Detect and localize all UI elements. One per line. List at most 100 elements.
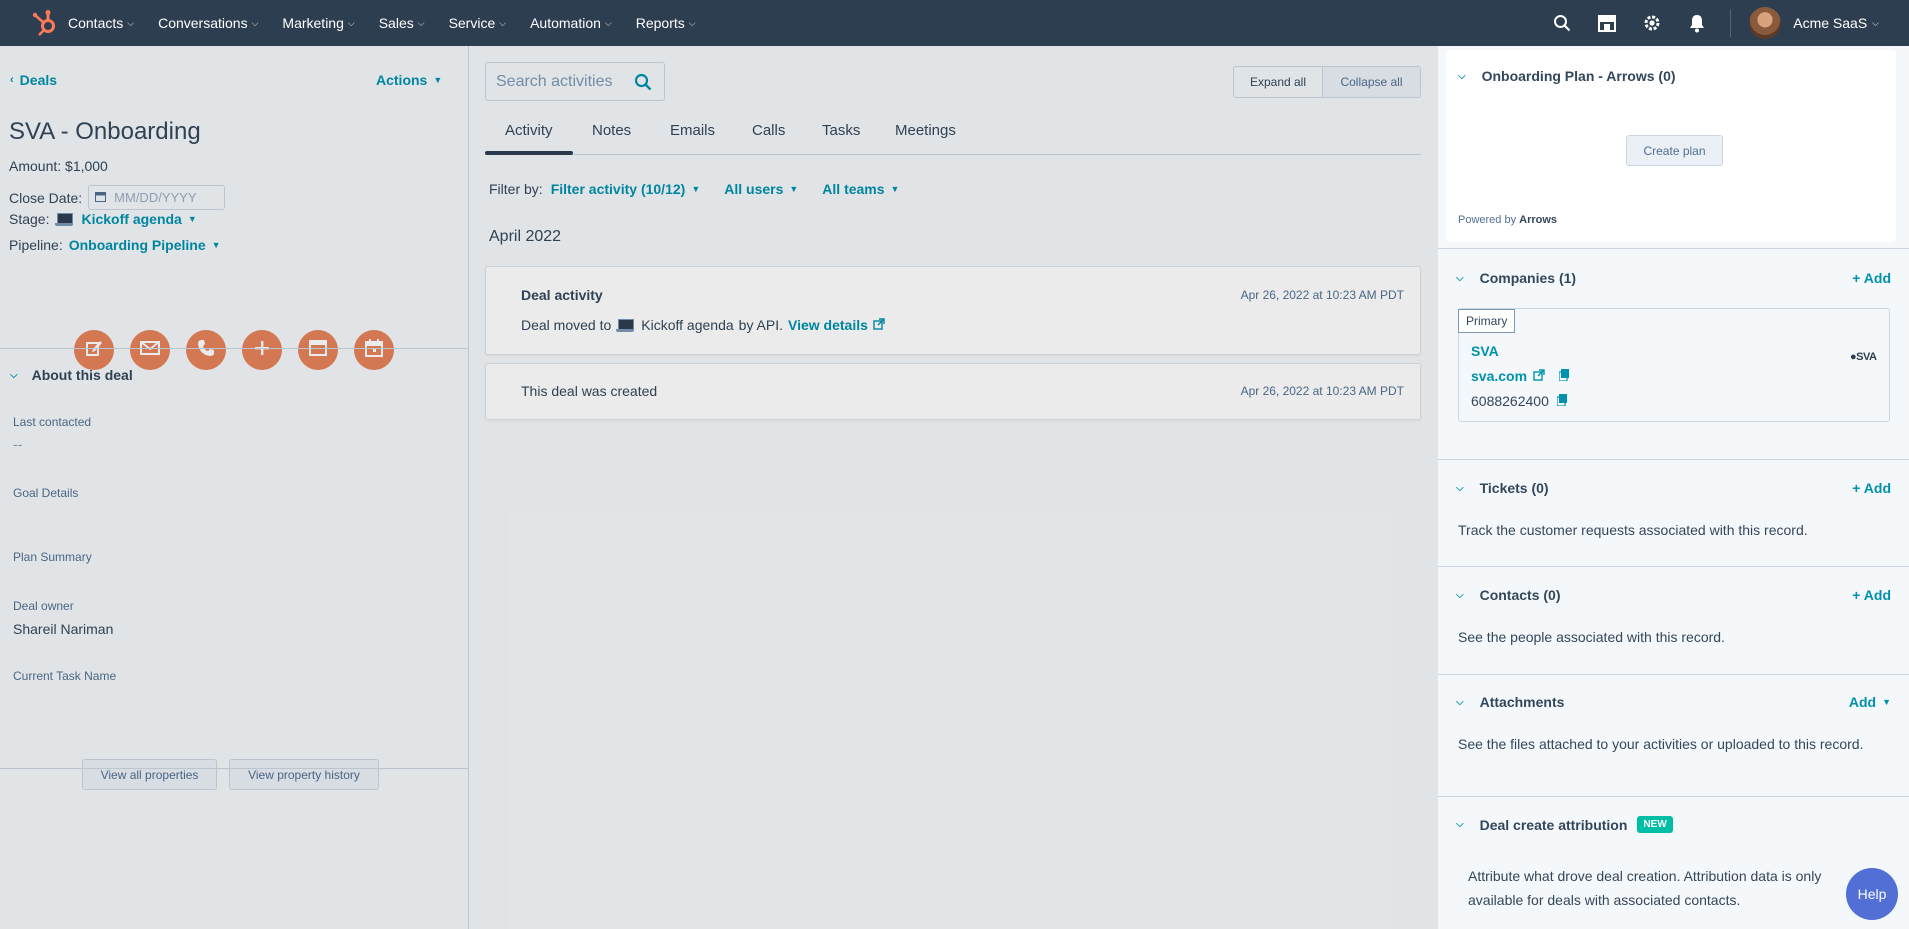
copy-icon[interactable] bbox=[1556, 393, 1567, 409]
copy-icon[interactable] bbox=[1558, 368, 1570, 384]
tab-meetings[interactable]: Meetings bbox=[895, 110, 956, 150]
help-button[interactable]: Help bbox=[1846, 868, 1898, 920]
view-details-link[interactable]: View details bbox=[788, 317, 885, 333]
view-details-label: View details bbox=[788, 317, 868, 333]
tickets-title: Tickets (0) bbox=[1479, 480, 1549, 496]
powered-by-brand[interactable]: Arrows bbox=[1519, 214, 1557, 226]
nav-marketing[interactable]: Marketing ⌵ bbox=[282, 15, 354, 31]
add-attachment-dropdown[interactable]: Add ▼ bbox=[1849, 694, 1891, 710]
tickets-description: Track the customer requests associated w… bbox=[1458, 522, 1808, 538]
deal-owner-value[interactable]: Shareil Nariman bbox=[13, 621, 113, 637]
onboarding-plan-toggle[interactable]: ⌵ Onboarding Plan - Arrows (0) bbox=[1458, 68, 1676, 84]
activity-timeline: Search activities Expand all Collapse al… bbox=[469, 46, 1438, 929]
nav-label: Automation bbox=[530, 15, 601, 31]
nav-label: Conversations bbox=[158, 15, 248, 31]
chevron-down-icon: ⌵ bbox=[1456, 696, 1464, 708]
company-name-link[interactable]: SVA bbox=[1471, 343, 1499, 359]
make-call-button[interactable] bbox=[186, 330, 226, 370]
account-menu[interactable]: Acme SaaS ⌵ bbox=[1793, 15, 1879, 31]
back-to-deals-link[interactable]: ‹ Deals bbox=[10, 72, 57, 88]
nav-conversations[interactable]: Conversations ⌵ bbox=[158, 15, 258, 31]
notifications-bell-icon[interactable] bbox=[1685, 11, 1709, 35]
section-divider bbox=[1438, 248, 1909, 249]
actions-dropdown[interactable]: Actions ▼ bbox=[376, 72, 442, 88]
nav-service[interactable]: Service ⌵ bbox=[449, 15, 507, 31]
tab-emails[interactable]: Emails bbox=[670, 110, 715, 150]
tickets-toggle[interactable]: ⌵ Tickets (0) bbox=[1456, 480, 1549, 496]
field-value[interactable]: -- bbox=[13, 436, 22, 452]
top-navigation: Contacts ⌵ Conversations ⌵ Marketing ⌵ Sale… bbox=[0, 0, 1909, 46]
collapse-all-button[interactable]: Collapse all bbox=[1323, 66, 1421, 98]
search-placeholder: Search activities bbox=[496, 72, 613, 90]
deal-activity-card[interactable]: Deal activity Apr 26, 2022 at 10:23 AM P… bbox=[485, 266, 1421, 355]
stage-dropdown[interactable]: Kickoff agenda ▼ bbox=[55, 211, 197, 227]
external-link-icon[interactable] bbox=[1533, 368, 1545, 384]
quick-actions bbox=[74, 330, 394, 370]
company-phone[interactable]: 6088262400 bbox=[1471, 393, 1549, 409]
companies-toggle[interactable]: ⌵ Companies (1) bbox=[1456, 270, 1576, 286]
attachments-toggle[interactable]: ⌵ Attachments bbox=[1456, 694, 1564, 710]
nav-reports[interactable]: Reports ⌵ bbox=[636, 15, 696, 31]
add-company-button[interactable]: + Add bbox=[1852, 270, 1891, 286]
tab-tasks[interactable]: Tasks bbox=[822, 110, 860, 150]
create-email-button[interactable] bbox=[130, 330, 170, 370]
section-divider bbox=[1438, 796, 1909, 797]
deal-title: SVA - Onboarding bbox=[9, 118, 201, 145]
field-label: Last contacted bbox=[13, 415, 92, 429]
create-note-button[interactable] bbox=[74, 330, 114, 370]
tabs-baseline bbox=[485, 154, 1421, 155]
tab-calls[interactable]: Calls bbox=[752, 110, 785, 150]
filter-activity-dropdown[interactable]: Filter activity (10/12) ▼ bbox=[551, 181, 701, 197]
caret-down-icon: ▼ bbox=[890, 184, 900, 194]
section-divider bbox=[1438, 674, 1909, 675]
deal-sidebar: ‹ Deals Actions ▼ SVA - Onboarding Amoun… bbox=[0, 46, 469, 929]
search-icon[interactable] bbox=[1550, 11, 1574, 35]
all-teams-dropdown[interactable]: All teams ▼ bbox=[822, 181, 899, 197]
primary-tag: Primary bbox=[1458, 309, 1516, 333]
nav-sales[interactable]: Sales ⌵ bbox=[379, 15, 425, 31]
about-section-toggle[interactable]: ⌵ About this deal bbox=[10, 367, 133, 383]
marketplace-icon[interactable] bbox=[1595, 11, 1619, 35]
all-users-dropdown[interactable]: All users ▼ bbox=[724, 181, 798, 197]
expand-all-button[interactable]: Expand all bbox=[1233, 66, 1323, 98]
close-date-input[interactable]: MM/DD/YYYY bbox=[88, 185, 226, 210]
nav-contacts[interactable]: Contacts ⌵ bbox=[68, 15, 134, 31]
add-attachment-label: Add bbox=[1848, 694, 1877, 710]
hubspot-logo-icon[interactable] bbox=[22, 0, 66, 46]
add-button[interactable] bbox=[242, 330, 282, 370]
section-divider bbox=[0, 348, 468, 349]
contacts-toggle[interactable]: ⌵ Contacts (0) bbox=[1456, 587, 1561, 603]
user-avatar[interactable] bbox=[1749, 7, 1782, 39]
tab-activity[interactable]: Activity bbox=[505, 110, 553, 150]
expand-collapse-toggle: Expand all Collapse all bbox=[1233, 66, 1421, 98]
attribution-toggle[interactable]: ⌵ Deal create attribution NEW bbox=[1456, 816, 1673, 833]
schedule-meeting-button[interactable] bbox=[354, 330, 394, 370]
associations-sidebar: ⌵ Onboarding Plan - Arrows (0) Create pl… bbox=[1438, 46, 1909, 929]
external-link-icon bbox=[873, 317, 885, 333]
calendar-icon bbox=[95, 190, 107, 205]
close-date-placeholder: MM/DD/YYYY bbox=[114, 190, 197, 205]
settings-gear-icon[interactable] bbox=[1640, 11, 1664, 35]
search-activities-input[interactable]: Search activities bbox=[485, 62, 665, 101]
nav-automation[interactable]: Automation ⌵ bbox=[530, 15, 612, 31]
pipeline-dropdown[interactable]: Onboarding Pipeline ▼ bbox=[69, 237, 221, 253]
contacts-title: Contacts (0) bbox=[1479, 587, 1561, 603]
caret-down-icon: ▼ bbox=[1882, 697, 1891, 707]
tab-notes[interactable]: Notes bbox=[592, 110, 631, 150]
company-domain-link[interactable]: sva.com bbox=[1471, 368, 1527, 384]
caret-down-icon: ▼ bbox=[691, 184, 701, 194]
activity-text: by API. bbox=[738, 317, 784, 333]
company-phone-row: 6088262400 bbox=[1471, 393, 1567, 409]
view-all-properties-button[interactable]: View all properties bbox=[82, 759, 217, 790]
companies-title: Companies (1) bbox=[1479, 270, 1577, 286]
add-ticket-button[interactable]: + Add bbox=[1852, 480, 1891, 496]
add-contact-button[interactable]: + Add bbox=[1852, 587, 1891, 603]
search-icon[interactable] bbox=[634, 73, 652, 96]
filter-activity-label: Filter activity (10/12) bbox=[550, 181, 686, 197]
view-property-history-button[interactable]: View property history bbox=[229, 759, 379, 790]
about-section-title: About this deal bbox=[31, 367, 133, 383]
deal-created-card[interactable]: This deal was created Apr 26, 2022 at 10… bbox=[485, 363, 1421, 420]
log-activity-button[interactable] bbox=[298, 330, 338, 370]
create-plan-button[interactable]: Create plan bbox=[1626, 135, 1723, 166]
plus-icon bbox=[254, 340, 270, 361]
